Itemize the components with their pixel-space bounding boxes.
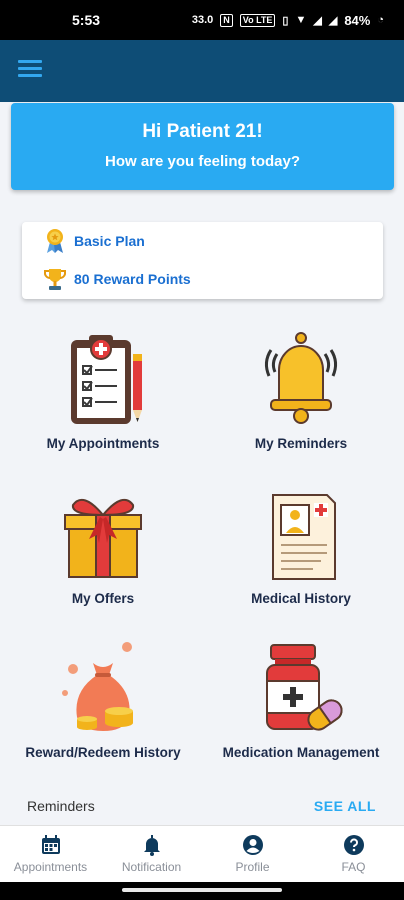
plan-card[interactable]: Basic Plan 80 Reward Points [22,222,383,299]
grid-label: Medical History [251,591,351,606]
bell-icon [264,332,338,424]
medal-icon [47,229,63,253]
reward-row[interactable]: 80 Reward Points [44,266,191,292]
clipboard-checklist-icon [71,335,142,424]
see-all-link[interactable]: SEE ALL [314,798,376,814]
medical-record-icon [272,494,336,580]
trophy-icon [44,269,66,290]
volte-icon: Vo LTE [239,13,276,27]
reminders-title: Reminders [27,798,95,814]
grid-item-medical-history[interactable]: Medical History [206,487,396,606]
greeting-title: Hi Patient 21! [142,121,263,142]
money-bag-icon [62,642,133,731]
bottom-navigation: Appointments Notification Profile FAQ [0,825,404,882]
plan-row[interactable]: Basic Plan [44,228,145,254]
nav-label: Appointments [13,860,88,874]
wifi-icon: ▼ [295,14,307,26]
signal-icon: ◢ [313,14,322,27]
grid-label: Reward/Redeem History [25,745,181,760]
gesture-bar [0,882,404,900]
vibrate-icon: ▯ [282,14,289,27]
network-speed: 33.0 [191,14,214,26]
signal-icon-2: ◢ [328,14,338,27]
status-time: 5:53 [72,12,101,28]
grid-label: My Offers [71,591,135,606]
battery-percent: 84% [344,12,371,28]
nav-item-faq[interactable]: FAQ [303,826,404,882]
grid-label: My Reminders [254,436,348,451]
status-bar: 5:53 33.0 N Vo LTE ▯ ▼ ◢ ◢ 84% ◔ [0,0,404,40]
nav-label: Notification [121,860,182,874]
grid-item-my-appointments[interactable]: My Appointments [8,332,198,451]
calendar-icon [41,835,60,854]
nav-label: FAQ [341,860,366,874]
status-icons: 33.0 N Vo LTE ▯ ▼ ◢ ◢ 84% ◔ [192,13,384,28]
grid-item-my-offers[interactable]: My Offers [8,487,198,606]
nav-label: Profile [235,860,270,874]
question-icon [343,835,364,855]
nav-item-appointments[interactable]: Appointments [0,826,101,882]
nav-item-profile[interactable]: Profile [202,826,303,882]
app-bar [0,40,404,102]
grid-item-reward-redeem-history[interactable]: Reward/Redeem History [8,641,198,760]
greeting-card: Hi Patient 21! How are you feeling today… [11,103,394,190]
grid-item-medication-management[interactable]: Medication Management [206,641,396,760]
home-gesture-handle[interactable] [122,888,282,892]
nfc-icon: N [220,13,233,27]
gift-box-icon [64,498,142,578]
plan-name: Basic Plan [74,233,145,249]
bell-icon [143,835,160,856]
reward-points: 80 Reward Points [74,271,191,287]
battery-icon: ◔ [377,14,384,26]
grid-item-my-reminders[interactable]: My Reminders [206,332,396,451]
grid-label: Medication Management [222,745,380,760]
hamburger-menu-icon[interactable] [18,60,42,80]
greeting-subtitle: How are you feeling today? [104,153,301,170]
reminders-header: Reminders SEE ALL [27,798,376,814]
nav-item-notification[interactable]: Notification [101,826,202,882]
user-icon [242,835,263,855]
medicine-bottle-icon [266,644,343,731]
grid-label: My Appointments [46,436,160,451]
